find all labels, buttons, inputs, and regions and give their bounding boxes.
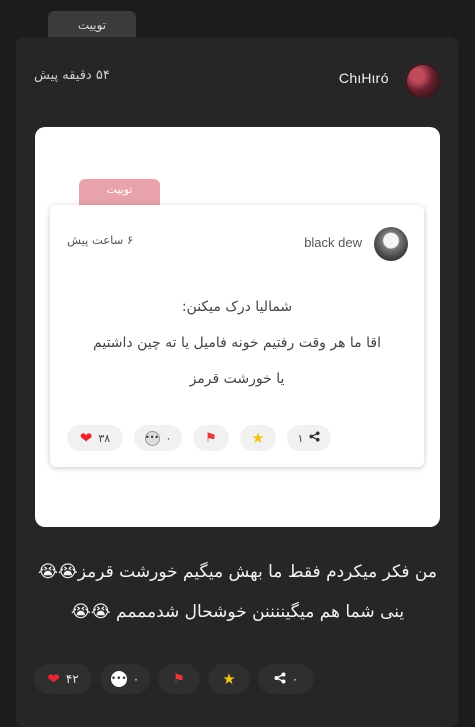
comment-count: ۰ — [132, 672, 140, 686]
share-icon — [274, 672, 286, 687]
quoted-comment-button: ۰ ••• — [134, 425, 182, 451]
flag-icon: ⚑ — [173, 671, 185, 687]
quoted-author-name: black dew — [304, 235, 362, 250]
post-text: من فکر میکردم فقط ما بهش میگیم خورشت قرم… — [24, 552, 451, 632]
quoted-comment-count: ۰ — [165, 431, 172, 445]
quoted-bookmark-button: ★ — [240, 425, 276, 451]
quoted-post-text: شمالیا درک میکنن: اقا ما هر وقت رفتیم خو… — [60, 289, 414, 397]
tweet-tab[interactable]: توییت — [48, 11, 136, 39]
heart-icon: ❤ — [47, 670, 60, 688]
quoted-share-button: ۱ — [287, 425, 331, 451]
post-text-line: من فکر میکردم فقط ما بهش میگیم خورشت قرم… — [38, 562, 437, 582]
bookmark-button[interactable]: ★ — [208, 664, 250, 694]
comment-icon: ••• — [144, 430, 160, 446]
post-action-bar: ❤ ۴۲ ••• ۰ ⚑ ★ ۰ — [34, 664, 314, 694]
quoted-share-count: ۱ — [297, 431, 304, 445]
quoted-like-button: ۳۸ ❤ — [67, 425, 123, 451]
comment-button[interactable]: ••• ۰ — [100, 664, 150, 694]
quoted-author-avatar — [374, 227, 408, 261]
star-icon: ★ — [251, 429, 265, 447]
quoted-report-button: ⚑ — [193, 425, 229, 451]
heart-icon: ❤ — [79, 429, 93, 447]
post-time: ۵۴ دقیقه پیش — [34, 68, 110, 83]
quoted-action-bar: ۱ ★ ⚑ ۰ ••• ۳۸ ❤ — [67, 425, 331, 451]
like-button[interactable]: ❤ ۴۲ — [34, 664, 92, 694]
quoted-post-time: ۶ ساعت پیش — [67, 233, 134, 247]
star-icon: ★ — [222, 670, 236, 688]
share-count: ۰ — [291, 672, 299, 686]
flag-icon: ⚑ — [205, 430, 217, 446]
share-button[interactable]: ۰ — [258, 664, 314, 694]
report-button[interactable]: ⚑ — [158, 664, 200, 694]
quoted-like-count: ۳۸ — [98, 431, 111, 445]
author-avatar[interactable] — [405, 63, 441, 99]
share-icon — [309, 431, 321, 445]
author-name[interactable]: ChιHιró — [339, 70, 389, 86]
comment-icon: ••• — [110, 671, 127, 687]
quoted-tweet-tab: توییت — [79, 179, 160, 207]
quoted-tweet-card: black dew ۶ ساعت پیش شمالیا درک میکنن: ا… — [50, 205, 424, 467]
like-count: ۴۲ — [65, 672, 79, 686]
quoted-text-line: اقا ما هر وقت رفتیم خونه فامیل یا ته چین… — [93, 335, 381, 351]
quoted-text-line: شمالیا درک میکنن: — [181, 299, 293, 315]
quoted-tweet-screenshot[interactable]: توییت black dew ۶ ساعت پیش شمالیا درک می… — [35, 127, 440, 527]
post-text-line: ینی شما هم میگیننننن خوشحال شدمممم 😭😭 — [70, 602, 405, 622]
quoted-text-line: یا خورشت قرمز — [189, 371, 285, 387]
